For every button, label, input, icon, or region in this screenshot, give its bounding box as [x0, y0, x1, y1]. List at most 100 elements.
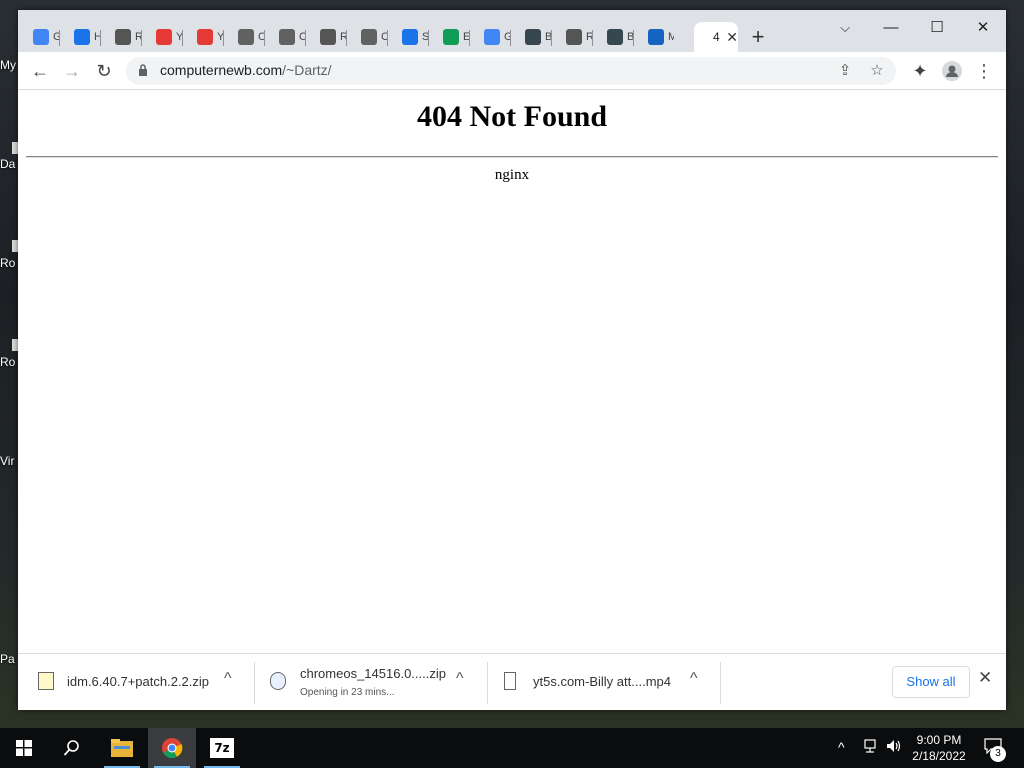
tab-8[interactable]: C: [346, 22, 387, 52]
windows-icon: [16, 740, 32, 756]
folder-icon: [111, 739, 133, 757]
tab-strip: GHRYYCCRCSEGBRBM 4 ✕ + ⌵ — ☐ ✕: [18, 10, 1006, 52]
download-item[interactable]: yt5s.com-Billy att....mp4 ^: [504, 660, 722, 706]
tab-active[interactable]: 4 ✕: [694, 22, 738, 52]
extensions-icon[interactable]: ✦: [906, 58, 934, 84]
tab-4[interactable]: Y: [182, 22, 223, 52]
share-icon[interactable]: ⇪: [834, 60, 856, 82]
reload-button[interactable]: ↻: [90, 58, 118, 84]
taskbar-7zip[interactable]: 7z: [198, 728, 246, 768]
new-tab-button[interactable]: +: [748, 24, 768, 50]
roblox-icon: [115, 29, 131, 45]
show-all-button[interactable]: Show all: [892, 666, 970, 698]
page-content: 404 Not Found nginx: [18, 90, 1006, 653]
red-app-icon: [197, 29, 213, 45]
desktop-icon-label[interactable]: Vir: [0, 454, 18, 468]
bird-icon: [607, 29, 623, 45]
chevron-up-icon[interactable]: ^: [224, 670, 232, 688]
download-item[interactable]: chromeos_14516.0.....zip Opening in 23 m…: [270, 660, 488, 706]
start-button[interactable]: [0, 728, 48, 768]
7zip-icon: 7z: [210, 738, 234, 758]
search-button[interactable]: [48, 728, 96, 768]
chrome-icon: [361, 29, 377, 45]
page-title: 404 Not Found: [416, 100, 608, 133]
taskbar-file-explorer[interactable]: [98, 728, 146, 768]
lock-icon[interactable]: [138, 63, 148, 77]
download-filename: idm.6.40.7+patch.2.2.zip: [67, 674, 210, 689]
chrome-icon: [279, 29, 295, 45]
desktop-icon-label[interactable]: Ro: [0, 256, 18, 270]
desktop-icon-label[interactable]: Da: [0, 157, 18, 171]
download-filename: yt5s.com-Billy att....mp4: [533, 674, 671, 689]
taskbar-chrome[interactable]: [148, 728, 196, 768]
tab-0[interactable]: G: [18, 22, 59, 52]
tab-2[interactable]: R: [100, 22, 141, 52]
download-item[interactable]: idm.6.40.7+patch.2.2.zip ^: [38, 660, 248, 706]
roblox-icon: [320, 29, 336, 45]
url-path: /~Dartz/: [282, 62, 332, 78]
chrome-icon: [162, 738, 183, 759]
divider: [26, 156, 998, 158]
close-icon[interactable]: ✕: [726, 29, 738, 46]
search-icon: [63, 740, 79, 756]
divider: [720, 662, 721, 704]
tab-1[interactable]: H: [59, 22, 100, 52]
notification-count-badge: 3: [990, 746, 1006, 762]
tab-6[interactable]: C: [264, 22, 305, 52]
red-app-icon: [156, 29, 172, 45]
chevron-up-icon[interactable]: ^: [838, 739, 845, 755]
tab-10[interactable]: E: [428, 22, 469, 52]
tab-13[interactable]: R: [551, 22, 592, 52]
tab-3[interactable]: Y: [141, 22, 182, 52]
tab-15[interactable]: M: [633, 22, 674, 52]
volume-icon[interactable]: [886, 739, 902, 756]
browser-window: GHRYYCCRCSEGBRBM 4 ✕ + ⌵ — ☐ ✕ ← → ↻ com…: [18, 10, 1006, 710]
download-filename: chromeos_14516.0.....zip: [300, 666, 446, 681]
star-icon[interactable]: ☆: [866, 60, 888, 82]
network-icon[interactable]: [862, 739, 878, 756]
server-name: nginx: [494, 167, 530, 183]
profile-button[interactable]: [938, 58, 966, 84]
minimize-button[interactable]: —: [868, 14, 914, 42]
google-icon: [33, 29, 49, 45]
forward-button[interactable]: →: [58, 58, 86, 84]
url-text[interactable]: computernewb.com/~Dartz/: [160, 62, 332, 78]
tab-9[interactable]: S: [387, 22, 428, 52]
desktop-icon-label[interactable]: Ro: [0, 355, 18, 369]
maximize-button[interactable]: ☐: [914, 14, 960, 42]
tab-search-button[interactable]: ⌵: [822, 14, 868, 42]
tab-5[interactable]: C: [223, 22, 264, 52]
url-host: computernewb.com: [160, 62, 283, 78]
settings-icon: [402, 29, 418, 45]
divider: [487, 662, 488, 704]
chevron-up-icon[interactable]: ^: [690, 670, 698, 688]
tab-7[interactable]: R: [305, 22, 346, 52]
divider: [254, 662, 255, 704]
tab-14[interactable]: B: [592, 22, 633, 52]
roblox-icon: [566, 29, 582, 45]
desktop-icon-label[interactable]: My: [0, 58, 18, 72]
tab-11[interactable]: G: [469, 22, 510, 52]
taskbar: 7z ^ 9:00 PM 2/18/2022 3: [0, 728, 1024, 768]
desktop-icon-label[interactable]: Pa: [0, 652, 18, 666]
tab-12[interactable]: B: [510, 22, 551, 52]
avatar-icon: [942, 61, 962, 81]
back-button[interactable]: ←: [26, 58, 54, 84]
browser-toolbar: ← → ↻ computernewb.com/~Dartz/ ⇪ ☆ ✦ ⋮: [18, 52, 1006, 90]
google-icon: [484, 29, 500, 45]
menu-button[interactable]: ⋮: [970, 58, 998, 84]
chevron-up-icon[interactable]: ^: [456, 670, 464, 688]
chrome-icon: [238, 29, 254, 45]
video-file-icon: [504, 672, 516, 690]
zip-file-icon: [270, 672, 286, 690]
bird-icon: [525, 29, 541, 45]
tab-title: 4: [713, 30, 720, 44]
chart-app-icon: [648, 29, 664, 45]
system-clock[interactable]: 9:00 PM 2/18/2022: [906, 732, 972, 764]
downloads-bar: idm.6.40.7+patch.2.2.zip ^ chromeos_1451…: [18, 653, 1006, 710]
address-bar[interactable]: computernewb.com/~Dartz/ ⇪ ☆: [126, 57, 896, 85]
close-window-button[interactable]: ✕: [960, 14, 1006, 42]
zip-file-icon: [38, 672, 54, 690]
close-icon[interactable]: ✕: [978, 668, 992, 688]
edge-icon: [443, 29, 459, 45]
